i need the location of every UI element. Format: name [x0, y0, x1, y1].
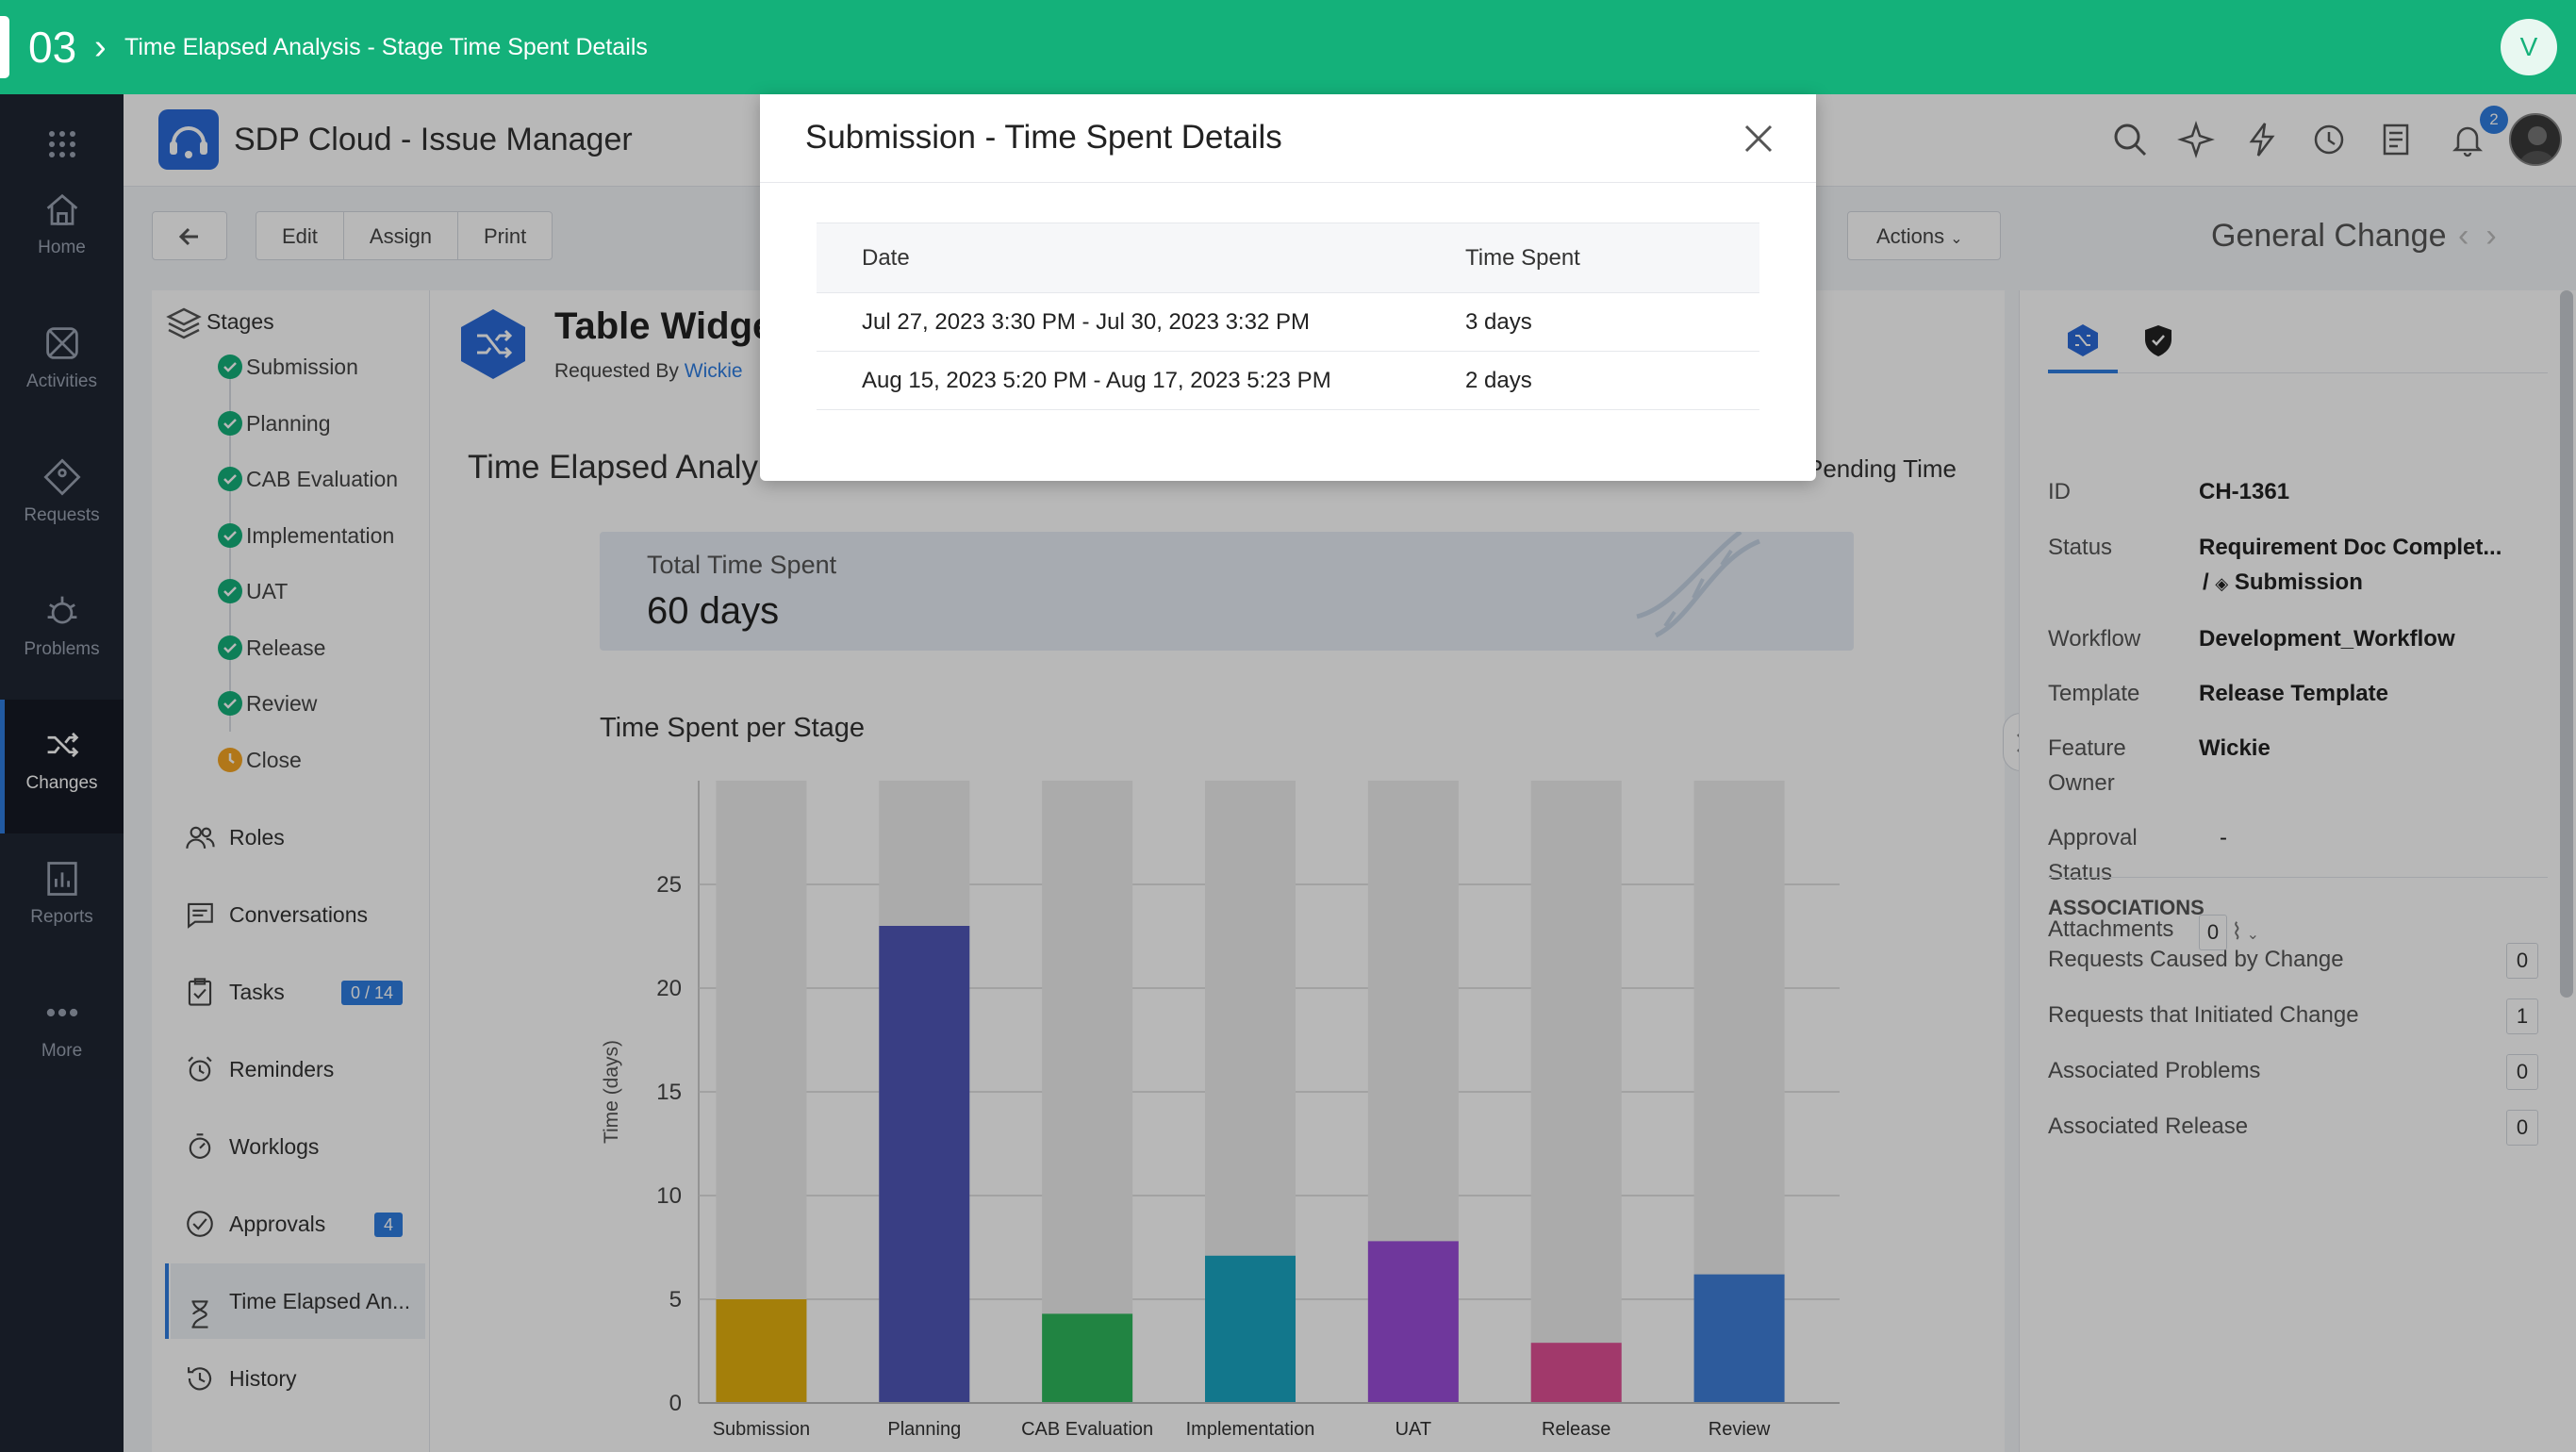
- tour-step-number: 03: [28, 23, 77, 72]
- step-marker: [0, 16, 9, 78]
- table-header-row: Date Time Spent: [817, 223, 1759, 293]
- time-spent-details-modal: Submission - Time Spent Details Date Tim…: [760, 94, 1816, 481]
- date-range-cell: Aug 15, 2023 5:20 PM - Aug 17, 2023 5:23…: [817, 351, 1420, 410]
- modal-title: Submission - Time Spent Details: [805, 119, 1282, 156]
- date-column-header: Date: [817, 223, 1420, 293]
- time-spent-table: Date Time Spent Jul 27, 2023 3:30 PM - J…: [817, 223, 1759, 410]
- tour-step-title: Time Elapsed Analysis - Stage Time Spent…: [124, 34, 648, 60]
- time-spent-cell: 2 days: [1420, 351, 1759, 410]
- date-range-cell: Jul 27, 2023 3:30 PM - Jul 30, 2023 3:32…: [817, 292, 1420, 352]
- close-icon[interactable]: [1741, 121, 1776, 157]
- table-row: Aug 15, 2023 5:20 PM - Aug 17, 2023 5:23…: [817, 351, 1759, 410]
- table-row: Jul 27, 2023 3:30 PM - Jul 30, 2023 3:32…: [817, 292, 1759, 352]
- time-spent-cell: 3 days: [1420, 292, 1759, 352]
- modal-header: Submission - Time Spent Details: [760, 94, 1816, 183]
- time-spent-column-header: Time Spent: [1420, 223, 1759, 293]
- tour-header-bar: 03 › Time Elapsed Analysis - Stage Time …: [0, 0, 2576, 94]
- user-avatar[interactable]: V: [2501, 19, 2557, 75]
- chevron-right-icon: ›: [94, 27, 107, 67]
